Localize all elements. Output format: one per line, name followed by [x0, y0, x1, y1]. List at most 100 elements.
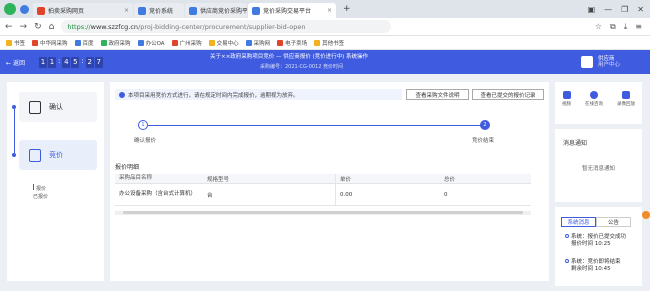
table-cell: 台: [202, 184, 336, 205]
bullet-icon: [565, 259, 569, 263]
new-tab-button[interactable]: +: [343, 4, 351, 14]
notice-banner: 本项目采用竞价方式进行，请在规定时间内完成报价，逾期视为放弃。: [115, 89, 402, 100]
bookmark-item[interactable]: 采购网: [245, 39, 270, 47]
tab-system[interactable]: 系统消息: [561, 217, 596, 227]
column-header: 总价: [444, 176, 456, 183]
browser-logo-icon: [4, 3, 16, 15]
progress-step-2: 2: [480, 120, 490, 130]
browser-tab-2[interactable]: 竞价系统: [134, 3, 184, 18]
chat-button[interactable]: 在线咨询: [585, 91, 603, 107]
countdown-digit: 7: [94, 56, 103, 68]
url-field[interactable]: https://www.szzfcg.cn/proj-bidding-cente…: [61, 20, 392, 33]
browser-tab-3[interactable]: 供应商竞价采购平台×: [185, 3, 247, 18]
bookmark-item[interactable]: 交易中心: [208, 39, 239, 47]
account-icon[interactable]: ▣: [588, 5, 596, 14]
countdown-digit: 2: [85, 56, 94, 68]
bookmark-item[interactable]: 中华网采购: [32, 39, 68, 47]
progress-line: [148, 125, 485, 126]
countdown-digit: 4: [62, 56, 71, 68]
url-scheme: https://: [67, 22, 91, 31]
page-title: 关于××政府采购项目竞价 — 供应商报价 (竞价进行中) 系统操作: [210, 54, 369, 60]
progress-step-1: 1: [138, 120, 148, 130]
bookmark-item[interactable]: 广州采购: [171, 39, 202, 47]
sub-step-item[interactable]: 已报价: [33, 194, 48, 200]
section-title: 报价明细: [115, 164, 140, 171]
restore-icon[interactable]: ❐: [621, 5, 628, 14]
address-bar: ← → ↻ ⌂ https://www.szzfcg.cn/proj-biddi…: [0, 18, 650, 36]
sub-step-item[interactable]: 报价: [36, 186, 46, 192]
bookmark-item[interactable]: 电子卖场: [277, 39, 307, 47]
extension-icon[interactable]: ⧉: [610, 22, 616, 32]
step-label: 竞价: [49, 151, 63, 159]
user-role: 用户中心: [597, 62, 620, 68]
floating-helper-icon[interactable]: [642, 211, 650, 219]
download-icon[interactable]: ⤓: [624, 22, 628, 32]
bid-panel: 本项目采用竞价方式进行，请在规定时间内完成报价，逾期视为放弃。 查看采购文件说明…: [110, 82, 549, 281]
bookmark-item[interactable]: 其他书签: [314, 39, 344, 47]
view-docs-button[interactable]: 查看采购文件说明: [406, 89, 469, 100]
step-connector: [14, 109, 15, 153]
browser-tab-bar: 拍卖采购网页× 竞价系统 供应商竞价采购平台× 竞价采购交易平台× + ▣ — …: [0, 0, 650, 18]
back-button[interactable]: ← 返回: [0, 58, 29, 67]
app-header: ← 返回 1 1 : 4 5 : 2 7 关于××政府采购项目竞价 — 供应商报…: [0, 50, 650, 74]
forward-arrow-icon[interactable]: →: [20, 22, 28, 32]
home-icon[interactable]: ⌂: [49, 22, 55, 32]
bid-table: 采购品目名称 规格型号 单价 总价 办公设备采购（含台式计算机） 台 0.00 …: [115, 174, 531, 206]
message-tabs: 系统消息 公告: [561, 217, 631, 227]
list-icon: [29, 148, 41, 162]
bookmark-favicon-icon: [74, 40, 81, 46]
step-dot: [12, 105, 16, 109]
browser-tab-1[interactable]: 拍卖采购网页 ×: [33, 3, 133, 18]
countdown-digit: 1: [47, 56, 56, 68]
url-path: /proj-bidding-center/procurement/supplie…: [138, 22, 306, 31]
horizontal-scrollbar[interactable]: [115, 211, 531, 215]
message-card: 系统消息 公告 系统：报价已提交成功 报价时间 10:25 系统：竞价即将结束 …: [555, 207, 642, 286]
main-area: 确认 竞价 报价 已报价 本项目采用竞价方式进行，请在规定时间内完成报价，逾期视…: [0, 74, 650, 286]
price-input[interactable]: 0.00: [336, 192, 440, 198]
browser-menu-icon[interactable]: [20, 4, 29, 14]
avatar: [580, 56, 593, 68]
progress-label-1: 确认报价: [134, 138, 157, 144]
tab-notice[interactable]: 公告: [596, 217, 631, 227]
back-arrow-icon[interactable]: ←: [5, 22, 13, 32]
star-icon[interactable]: ☆: [595, 22, 602, 31]
step-sidebar: 确认 竞价 报价 已报价: [7, 82, 104, 281]
scrollbar-thumb[interactable]: [123, 211, 523, 214]
bookmark-item[interactable]: 办公OA: [137, 39, 165, 47]
table-row: 办公设备采购（含台式计算机） 台 0.00 0: [115, 184, 531, 206]
document-icon: [29, 100, 41, 114]
quick-actions: 视频 在线咨询 录像回放: [555, 82, 642, 124]
bookmark-item[interactable]: 政府采购: [100, 39, 131, 47]
bullet-icon: [565, 234, 569, 238]
view-records-button[interactable]: 查看已提交的报价记录: [472, 89, 544, 100]
video-button[interactable]: 视频: [562, 91, 571, 107]
reload-icon[interactable]: ↻: [34, 22, 42, 32]
info-icon: [119, 91, 125, 98]
step-bidding[interactable]: 竞价: [12, 140, 97, 170]
browser-tab-4[interactable]: 竞价采购交易平台 ×: [248, 3, 336, 18]
bookmark-favicon-icon: [32, 40, 39, 46]
bookmark-item[interactable]: 书签: [6, 39, 25, 47]
step-confirm[interactable]: 确认: [12, 92, 97, 122]
countdown-digit: 5: [71, 56, 80, 68]
column-header: 采购品目名称: [119, 175, 153, 181]
user-menu[interactable]: 供应商 用户中心: [580, 56, 650, 68]
chat-icon: [590, 91, 598, 99]
sub-step-list: 报价 已报价: [33, 184, 48, 201]
bookmark-favicon-icon: [208, 40, 215, 46]
menu-icon[interactable]: ≡: [635, 22, 642, 31]
list-item[interactable]: 系统：报价已提交成功 报价时间 10:25: [565, 234, 626, 248]
bookmark-favicon-icon: [137, 40, 144, 46]
minimize-icon[interactable]: —: [604, 5, 612, 14]
bookmark-favicon-icon: [100, 40, 107, 46]
star-icon: [6, 40, 12, 46]
bookmark-item[interactable]: 百度: [74, 39, 94, 47]
replay-button[interactable]: 录像回放: [617, 91, 635, 107]
folder-icon: [314, 40, 321, 46]
table-header: 采购品目名称 规格型号 单价 总价: [115, 174, 531, 184]
close-window-icon[interactable]: ✕: [637, 5, 644, 14]
list-item[interactable]: 系统：竞价即将结束 剩余时间 10:45: [565, 259, 621, 273]
close-icon[interactable]: ×: [323, 7, 332, 14]
close-icon[interactable]: ×: [120, 7, 129, 14]
card-title: 消息通知: [563, 140, 588, 147]
